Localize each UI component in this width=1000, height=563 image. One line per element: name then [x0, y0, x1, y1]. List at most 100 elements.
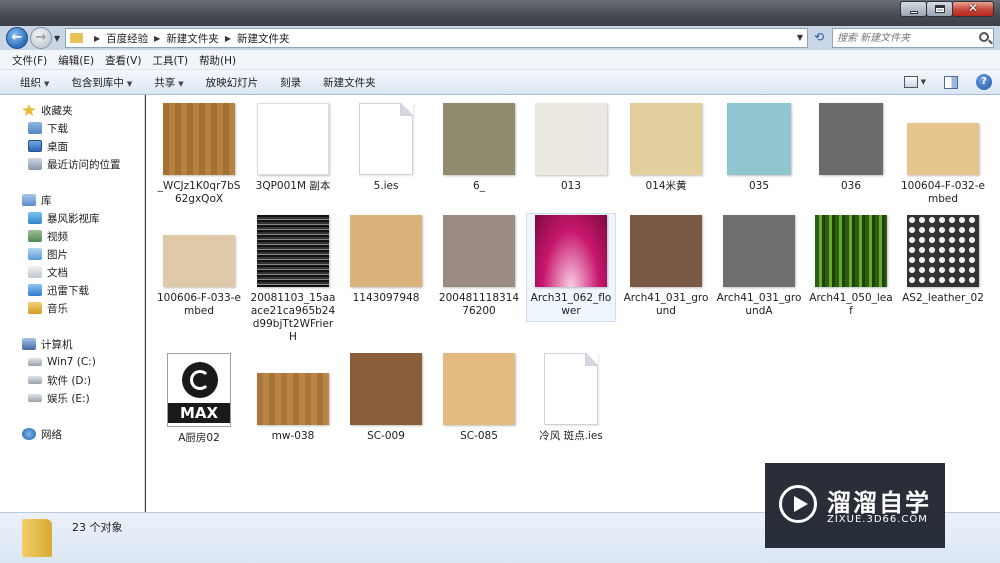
file-item[interactable]: SC-009 — [341, 353, 431, 443]
item-count: 23 个对象 — [72, 521, 123, 534]
help-icon[interactable]: ? — [976, 74, 992, 90]
file-item[interactable]: 20048111831476200 — [434, 215, 524, 318]
file-name: 014米黄 — [645, 180, 687, 192]
file-item[interactable]: AS2_leather_02 — [898, 215, 988, 305]
file-item[interactable]: 5.ies — [341, 103, 431, 193]
sidebar-item-videos[interactable]: 视频 — [28, 227, 68, 245]
menu-tools[interactable]: 工具(T) — [152, 50, 188, 69]
sidebar-item-downloads[interactable]: 下载 — [28, 119, 68, 137]
search-box[interactable] — [832, 28, 994, 48]
menu-file[interactable]: 文件(F) — [12, 50, 47, 69]
maximize-button[interactable] — [926, 1, 953, 17]
max-file-icon: MAX — [167, 353, 231, 427]
sidebar-item-desktop[interactable]: 桌面 — [28, 137, 68, 155]
file-name: Arch41_031_ground — [623, 292, 709, 317]
file-name: SC-009 — [367, 430, 405, 442]
search-input[interactable] — [837, 31, 967, 45]
sidebar-item-pictures[interactable]: 图片 — [28, 245, 68, 263]
image-thumbnail — [727, 103, 791, 175]
menu-help[interactable]: 帮助(H) — [199, 50, 236, 69]
refresh-icon[interactable]: ⟲ — [810, 30, 828, 46]
share-button[interactable]: 共享 ▼ — [154, 75, 183, 90]
sidebar-item-libraries[interactable]: 库 — [22, 191, 52, 209]
menu-view[interactable]: 查看(V) — [105, 50, 141, 69]
file-item[interactable]: Arch41_031_groundA — [714, 215, 804, 318]
file-item[interactable]: 6_ — [434, 103, 524, 193]
breadcrumb-item[interactable]: 百度经验 — [106, 31, 148, 46]
image-thumbnail — [350, 353, 422, 425]
file-item[interactable]: 20081103_15aaace21ca965b24d99bjTt2WFrier… — [248, 215, 338, 344]
sidebar-item-xunlei[interactable]: 迅雷下载 — [28, 281, 89, 299]
view-dropdown-icon[interactable]: ▼ — [921, 78, 926, 86]
change-view-icon[interactable] — [903, 76, 918, 88]
burn-button[interactable]: 刻录 — [280, 75, 301, 90]
sidebar-item-music[interactable]: 音乐 — [28, 299, 68, 317]
sidebar-item-drive-e[interactable]: 娱乐 (E:) — [28, 389, 90, 407]
3dsmax-logo-icon — [182, 362, 218, 398]
sidebar-item-label: 最近访问的位置 — [47, 158, 121, 171]
file-item[interactable]: Arch41_031_ground — [621, 215, 711, 318]
breadcrumb[interactable]: ▶ 百度经验 ▶ 新建文件夹 ▶ 新建文件夹 ▼ — [65, 28, 808, 48]
file-item[interactable]: 1143097948 — [341, 215, 431, 305]
breadcrumb-separator-icon[interactable]: ▶ — [225, 34, 231, 43]
file-name: Arch41_031_groundA — [716, 292, 802, 317]
image-thumbnail — [907, 123, 979, 175]
menu-bar: 文件(F) 编辑(E) 查看(V) 工具(T) 帮助(H) — [0, 50, 1000, 70]
sidebar-item-network[interactable]: 网络 — [22, 425, 62, 443]
file-item[interactable]: 100604-F-032-embed — [898, 103, 988, 206]
file-item[interactable]: Arch31_062_flower — [526, 213, 616, 322]
file-item[interactable]: SC-085 — [434, 353, 524, 443]
file-name: 1143097948 — [352, 292, 420, 304]
sidebar-item-computer[interactable]: 计算机 — [22, 335, 73, 353]
max-badge: MAX — [168, 403, 230, 423]
sidebar-item-documents[interactable]: 文档 — [28, 263, 68, 281]
file-name: 3QP001M 副本 — [255, 180, 331, 192]
menu-edit[interactable]: 编辑(E) — [58, 50, 94, 69]
sidebar-item-favorites[interactable]: 收藏夹 — [22, 101, 73, 119]
include-in-library-button[interactable]: 包含到库中 ▼ — [71, 75, 132, 90]
sidebar-item-baofeng[interactable]: 暴风影视库 — [28, 209, 100, 227]
file-item[interactable]: 035 — [714, 103, 804, 193]
sidebar-item-drive-c[interactable]: Win7 (C:) — [28, 353, 96, 371]
back-button[interactable]: ← — [6, 27, 28, 49]
burn-label: 刻录 — [280, 76, 302, 89]
image-thumbnail — [443, 353, 515, 425]
file-item[interactable]: _WCJz1K0qr7bS62gxQoX — [154, 103, 244, 206]
breadcrumb-separator-icon[interactable]: ▶ — [154, 34, 160, 43]
forward-button[interactable]: → — [30, 27, 52, 49]
image-thumbnail — [815, 215, 887, 287]
breadcrumb-item[interactable]: 新建文件夹 — [237, 31, 290, 46]
organize-button[interactable]: 组织 ▼ — [20, 75, 49, 90]
file-name: 6_ — [473, 180, 485, 192]
file-item[interactable]: mw-038 — [248, 353, 338, 443]
file-item[interactable]: 014米黄 — [621, 103, 711, 193]
file-item[interactable]: 冷风 斑点.ies — [526, 353, 616, 443]
file-name: _WCJz1K0qr7bS62gxQoX — [157, 180, 241, 205]
watermark-url: ZIXUE.3D66.COM — [827, 514, 928, 525]
new-folder-button[interactable]: 新建文件夹 — [323, 75, 376, 90]
history-dropdown-icon[interactable]: ▼ — [54, 34, 60, 43]
sidebar-item-recent-places[interactable]: 最近访问的位置 — [28, 155, 121, 173]
image-thumbnail — [630, 103, 702, 175]
folder-icon — [22, 519, 52, 557]
sidebar-item-drive-d[interactable]: 软件 (D:) — [28, 371, 91, 389]
image-thumbnail — [907, 215, 979, 287]
preview-pane-icon[interactable] — [944, 75, 958, 89]
close-icon: ✕ — [967, 1, 979, 15]
slideshow-button[interactable]: 放映幻灯片 — [206, 75, 259, 90]
image-thumbnail — [163, 235, 235, 287]
file-item[interactable]: 3QP001M 副本 — [248, 103, 338, 193]
minimize-button[interactable] — [900, 1, 927, 17]
file-item[interactable]: MAX A厨房02 — [154, 353, 244, 445]
drive-icon — [28, 358, 42, 366]
file-item[interactable]: 013 — [526, 103, 616, 193]
file-item[interactable]: Arch41_050_leaf — [806, 215, 896, 318]
file-item[interactable]: 036 — [806, 103, 896, 193]
breadcrumb-item[interactable]: 新建文件夹 — [166, 31, 219, 46]
close-button[interactable]: ✕ — [952, 1, 994, 17]
file-item[interactable]: 100606-F-033-embed — [154, 215, 244, 318]
breadcrumb-separator-icon[interactable]: ▶ — [94, 34, 100, 43]
address-dropdown-icon[interactable]: ▼ — [797, 33, 803, 42]
drive-icon — [28, 394, 42, 402]
search-icon[interactable] — [979, 32, 989, 42]
